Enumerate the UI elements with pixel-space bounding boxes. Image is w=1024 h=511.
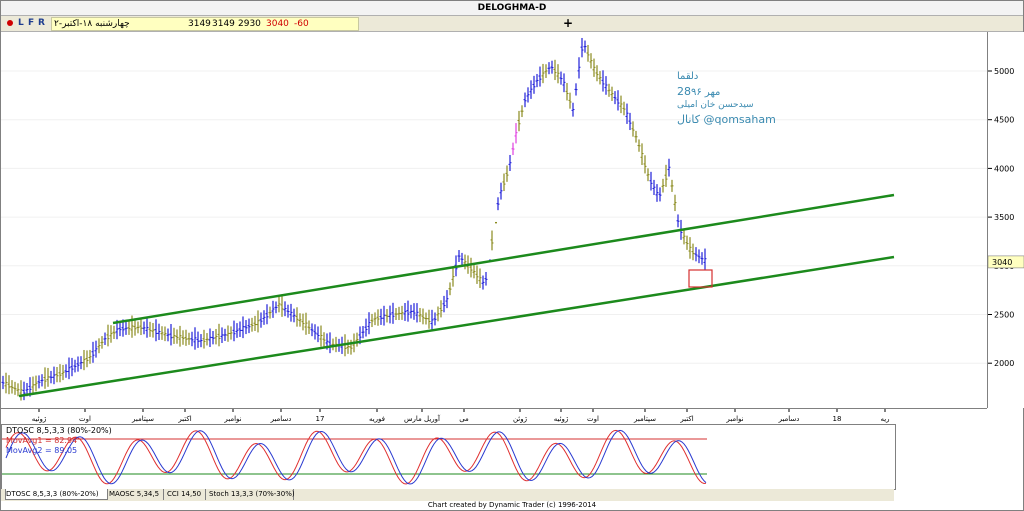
info-close: 3040 [266, 19, 289, 29]
highlight-box [688, 269, 713, 288]
x-tick-label: دسامبر [270, 415, 292, 423]
tab-dtosc[interactable]: DTOSC 8,5,3,3 (80%-20%) [5, 489, 108, 500]
info-high: 3149 [212, 19, 235, 29]
x-tick-label: ژوئن [513, 415, 528, 423]
record-dot-icon[interactable] [7, 20, 13, 26]
price-info-box: چهارشنبه ۱۸-اکتبر-۲ 3149 3149 2930 3040 … [51, 17, 359, 31]
toolbar-button-f[interactable]: F [28, 17, 34, 29]
window-title: DELOGHMA-D [1, 1, 1023, 16]
x-tick-label: فوریه [369, 415, 385, 423]
x-tick-label: سپتامبر [131, 415, 154, 423]
add-plus-icon[interactable]: + [563, 16, 573, 30]
current-price-label: 3040 [992, 258, 1012, 267]
x-tick-label: می [459, 415, 469, 423]
toolbar-button-l[interactable]: L [18, 17, 24, 29]
x-tick-label: سپتامبر [633, 415, 656, 423]
upper-channel-line [112, 193, 895, 325]
x-tick-label: نوامبر [223, 415, 241, 423]
toolbar-button-r[interactable]: R [38, 17, 45, 29]
oscillator-svg [2, 429, 707, 485]
tab-stoch[interactable]: Stoch 13,3,3 (70%-30%) [209, 489, 295, 500]
date-axis: ژوئیه اوت سپتامبر اکتبر نوامبر دسامبر 17 فوریه آ… [1, 408, 987, 425]
info-open: 3149 [188, 19, 211, 29]
y-tick-label: 2500 [994, 311, 1014, 320]
x-tick-label: اکتبر [177, 415, 191, 423]
y-tick-label: 4500 [994, 116, 1014, 125]
indicator-title: DTOSC 8,5,3,3 (80%-20%) [6, 426, 112, 435]
info-date: چهارشنبه ۱۸-اکتبر-۲ [54, 19, 130, 29]
title-text: DELOGHMA-D [477, 3, 547, 13]
price-chart-svg [1, 37, 987, 401]
tab-cci[interactable]: CCI 14,50 [167, 489, 206, 500]
app-window: DELOGHMA-D L F R چهارشنبه ۱۸-اکتبر-۲ 314… [0, 0, 1024, 511]
x-tick-label: ریه [880, 415, 889, 423]
x-tick-label: نوامبر [725, 415, 743, 423]
price-axis-svg: 50004500400035003000250020003040 [987, 67, 1024, 368]
info-low: 2930 [238, 19, 261, 29]
y-tick-label: 2000 [994, 359, 1014, 368]
annotation-channel: کانال @qomsaham [677, 113, 776, 126]
indicator-panel[interactable]: DTOSC 8,5,3,3 (80%-20%) MovAvg1 = 82.94 … [1, 424, 896, 490]
movavg2-label: MovAvg2 = 89.05 [6, 446, 78, 455]
footer-credit: Chart created by Dynamic Trader (c) 1996… [427, 501, 597, 509]
toolbar: L F R چهارشنبه ۱۸-اکتبر-۲ 3149 3149 2930… [1, 16, 1023, 32]
x-tick-label: ژوئیه [32, 415, 47, 423]
annotation-date-text: مهر ۹۶ [691, 87, 721, 98]
x-tick-label: اکتبر [679, 415, 693, 423]
date-axis-svg: ژوئیه اوت سپتامبر اکتبر نوامبر دسامبر 17 فوریه آ… [32, 409, 890, 423]
dtosc-line-1 [5, 429, 707, 485]
price-axis: 50004500400035003000250020003040 [987, 32, 1024, 408]
x-tick-label: 17 [316, 415, 325, 423]
annotation-date-num: 28 [677, 85, 691, 98]
x-tick-label: ژوئیه [554, 415, 569, 423]
annotation-author: سیدحسن خان امیلی [677, 100, 754, 110]
annotation-title: دلقما [677, 71, 699, 82]
y-tick-label: 4000 [994, 164, 1014, 173]
x-tick-label: اوت [587, 415, 599, 423]
tab-maosc[interactable]: MAOSC 5,34,5 [109, 489, 164, 500]
dtosc-line-2 [5, 429, 707, 485]
movavg1-label: MovAvg1 = 82.94 [6, 436, 78, 445]
x-tick-label: دسامبر [778, 415, 800, 423]
x-tick-label: آوریل مارس [404, 414, 441, 423]
indicator-tabs: DTOSC 8,5,3,3 (80%-20%) MAOSC 5,34,5 CCI… [1, 489, 894, 501]
x-tick-label: 18 [833, 415, 842, 423]
x-tick-label: اوت [79, 415, 91, 423]
annotation-date: 28مهر ۹۶ [677, 85, 720, 98]
info-change: -60 [294, 19, 309, 29]
y-tick-label: 3500 [994, 213, 1014, 222]
price-chart[interactable]: دلقما 28مهر ۹۶ سیدحسن خان امیلی کانال @q… [1, 32, 987, 408]
y-tick-label: 5000 [994, 67, 1014, 76]
